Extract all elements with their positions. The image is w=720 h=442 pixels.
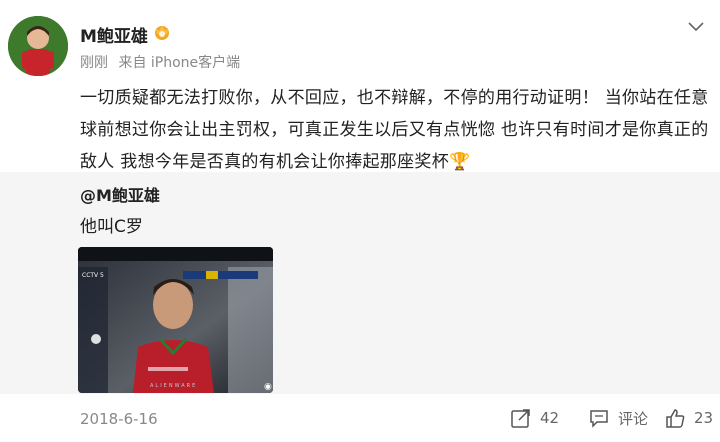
thumbs-up-icon bbox=[666, 409, 685, 428]
gold-vip-badge-icon[interactable] bbox=[152, 22, 172, 42]
post-footer: 2018-6-16 42 评论 23 bbox=[0, 394, 720, 442]
post-source[interactable]: 来自 iPhone客户端 bbox=[118, 55, 240, 71]
repost-text: 他叫C罗 bbox=[80, 217, 143, 237]
comment-icon bbox=[590, 410, 608, 428]
repost-author[interactable]: @M鲍亚雄 bbox=[80, 182, 160, 206]
share-button[interactable]: 42 bbox=[510, 406, 559, 430]
repost-card[interactable]: @M鲍亚雄 他叫C罗 CCTV 5 ALIENWARE ◉ bbox=[0, 172, 720, 394]
post-date: 2018-6-16 bbox=[80, 410, 158, 428]
post-time: 刚刚 bbox=[80, 55, 108, 71]
chevron-down-icon[interactable] bbox=[686, 16, 706, 36]
like-button[interactable]: 23 bbox=[664, 406, 713, 430]
username[interactable]: M鲍亚雄 bbox=[80, 22, 148, 47]
share-icon bbox=[511, 409, 530, 428]
comment-button[interactable]: 评论 bbox=[588, 406, 648, 430]
alienware-watermark: ALIENWARE bbox=[150, 383, 197, 389]
post-text: 一切质疑都无法打败你，从不回应，也不辩解，不停的用行动证明！ 当你站在任意球前想… bbox=[80, 88, 709, 172]
post-meta: 刚刚 来自 iPhone客户端 bbox=[80, 52, 246, 72]
post-header: M鲍亚雄 刚刚 来自 iPhone客户端 bbox=[0, 0, 720, 80]
avatar[interactable] bbox=[8, 16, 68, 76]
repost-video-thumbnail[interactable]: CCTV 5 ALIENWARE ◉ bbox=[78, 247, 273, 393]
comment-label: 评论 bbox=[618, 409, 649, 428]
svg-text:◉: ◉ bbox=[264, 382, 272, 392]
like-count: 23 bbox=[694, 409, 714, 427]
share-count: 42 bbox=[540, 409, 560, 427]
channel-logo: CCTV 5 bbox=[82, 272, 104, 279]
